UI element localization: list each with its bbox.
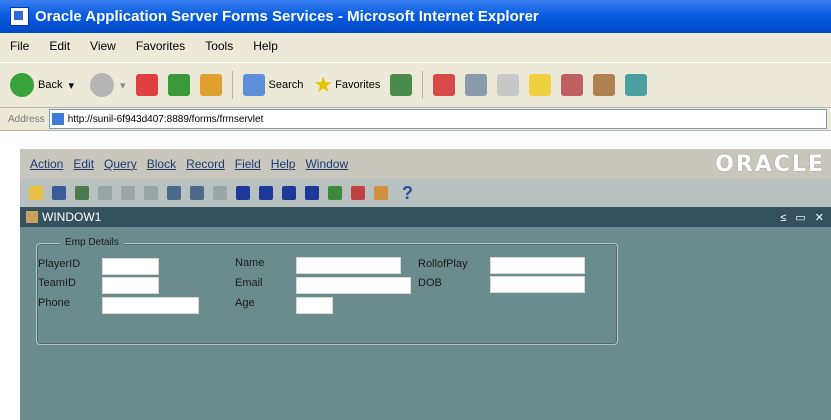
email-label: Email [235,277,263,289]
search-icon [242,74,265,96]
dob-field[interactable] [490,276,585,293]
forms-menu-record[interactable]: Record [186,157,225,171]
ie-app-icon [10,7,29,26]
print-icon[interactable] [52,186,66,200]
playerid-field[interactable] [102,258,159,275]
star-icon: ★ [313,72,334,97]
name-label: Name [235,257,265,269]
query-icon[interactable] [167,186,181,200]
execute-query-icon[interactable] [190,186,204,200]
rollofplay-field[interactable] [490,257,585,274]
refresh-icon[interactable] [167,74,190,96]
discuss-icon[interactable] [529,74,552,96]
browser-menu-bar: File Edit View Favorites Tools Help [0,33,831,58]
forms-menu-help[interactable]: Help [271,157,296,171]
playerid-label: PlayerID [38,258,81,270]
address-label: Address [8,113,45,125]
back-arrow-icon [10,73,34,97]
previous-record-icon[interactable] [259,186,273,200]
favorites-button[interactable]: ★ Favorites [313,72,380,98]
copy-icon[interactable] [121,186,135,200]
forms-menu-window[interactable]: Window [305,157,348,171]
email-field[interactable] [296,277,411,294]
search-button[interactable]: Search [242,74,304,96]
age-label: Age [235,297,255,309]
help-icon[interactable]: ? [402,183,413,204]
lock-record-icon[interactable] [374,186,388,200]
back-button[interactable]: Back ▾ [10,73,74,97]
toolbar-separator [231,71,233,99]
address-bar: Address http://sunil-6f943d407:8889/form… [0,108,831,131]
frame-title: Emp Details [59,237,125,248]
toolbar-separator [422,71,424,99]
favorites-label: Favorites [335,79,381,91]
page-icon [51,113,64,125]
next-record-icon[interactable] [282,186,296,200]
age-field[interactable] [296,297,333,314]
window-controls[interactable]: ≤ ▭ ✕ [780,211,827,224]
last-record-icon[interactable] [305,186,319,200]
messenger-icon[interactable] [593,74,616,96]
insert-record-icon[interactable] [328,186,342,200]
first-record-icon[interactable] [236,186,250,200]
open-icon[interactable] [29,186,43,200]
cancel-query-icon[interactable] [213,186,227,200]
dob-label: DOB [418,277,442,289]
home-icon[interactable] [199,74,222,96]
page-content: Action Edit Query Block Record Field Hel… [0,131,831,420]
cut-icon[interactable] [98,186,112,200]
stop-icon[interactable] [135,74,158,96]
forms-menu-block[interactable]: Block [147,157,176,171]
teamid-field[interactable] [102,277,159,294]
browser-toolbar: Back ▾ ▾ Search ★ Favorites [0,62,831,108]
forward-arrow-icon[interactable] [90,73,114,97]
address-url: http://sunil-6f943d407:8889/forms/frmser… [67,113,264,125]
browser-title-bar: Oracle Application Server Forms Services… [0,0,831,33]
window-icon [26,211,38,223]
oracle-logo: ORACLE [715,151,825,177]
forms-menu-action[interactable]: Action [30,157,63,171]
forward-dropdown-icon[interactable]: ▾ [120,79,126,92]
menu-view[interactable]: View [80,39,126,53]
mail-icon[interactable] [433,74,456,96]
forms-window-body: Emp Details PlayerID TeamID Phone Name E… [20,227,831,420]
menu-file[interactable]: File [0,39,39,53]
phone-label: Phone [38,297,70,309]
forms-toolbar: ? [20,179,831,207]
forms-menu-field[interactable]: Field [235,157,261,171]
back-label: Back [38,79,63,91]
window-title: Oracle Application Server Forms Services… [35,8,539,25]
forms-window-title: WINDOW1 [42,210,102,224]
menu-favorites[interactable]: Favorites [126,39,195,53]
print-icon[interactable] [465,74,488,96]
exit-icon[interactable] [75,186,89,200]
back-dropdown-icon[interactable]: ▾ [68,79,74,92]
paste-icon[interactable] [144,186,158,200]
research-icon[interactable] [561,74,584,96]
forms-window-titlebar: WINDOW1 ≤ ▭ ✕ [20,207,831,227]
phone-field[interactable] [102,297,199,314]
media-icon[interactable] [390,74,413,96]
edit-page-icon[interactable] [497,74,520,96]
menu-tools[interactable]: Tools [195,39,243,53]
menu-edit[interactable]: Edit [39,39,80,53]
oracle-forms-applet: Action Edit Query Block Record Field Hel… [20,149,831,420]
search-label: Search [268,79,304,91]
rollofplay-label: RollofPlay [418,258,468,270]
forms-menu-edit[interactable]: Edit [73,157,94,171]
name-field[interactable] [296,257,401,274]
forms-menu-bar: Action Edit Query Block Record Field Hel… [20,149,831,179]
forms-menu-query[interactable]: Query [104,157,137,171]
teamid-label: TeamID [38,277,76,289]
delete-record-icon[interactable] [351,186,365,200]
address-input[interactable]: http://sunil-6f943d407:8889/forms/frmser… [48,109,827,129]
menu-help[interactable]: Help [243,39,288,53]
related-links-icon[interactable] [625,74,648,96]
